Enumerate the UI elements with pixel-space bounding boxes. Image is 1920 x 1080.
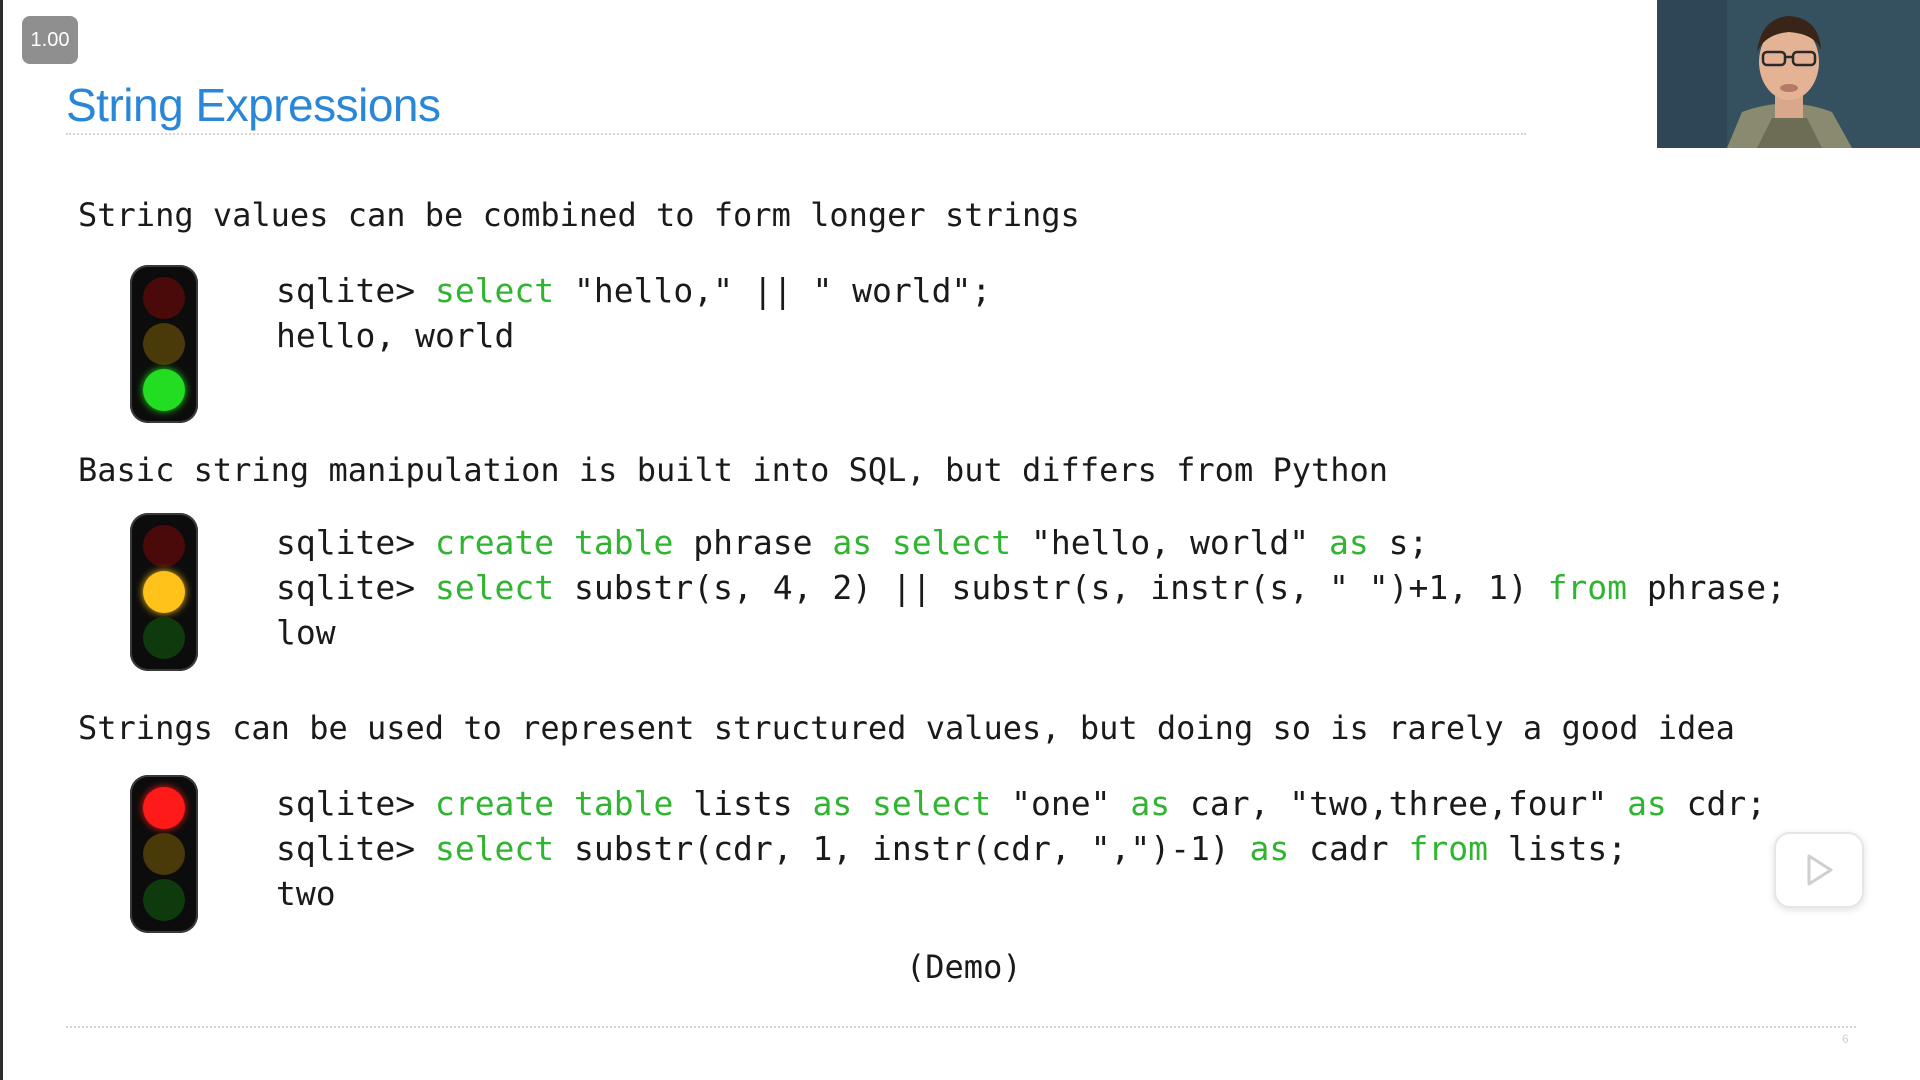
section-2-heading: Basic string manipulation is built into … [78,451,1389,489]
page-number: 6 [1842,1032,1849,1046]
sql-keyword: as select [832,523,1012,562]
code-text: sqlite> [276,523,435,562]
code-text: lists [673,784,813,823]
sql-keyword: as [1329,523,1369,562]
red-lamp [143,525,185,567]
section-3-code: sqlite> create table lists as select "on… [276,781,1766,916]
playback-speed-badge[interactable]: 1.00 [22,16,78,64]
code-text: phrase [673,523,833,562]
yellow-lamp [143,571,185,613]
yellow-lamp [143,833,185,875]
code-line: sqlite> select "hello," || " world"; [276,268,991,313]
code-line: two [276,871,1766,916]
code-line: sqlite> select substr(cdr, 1, instr(cdr,… [276,826,1766,871]
sql-keyword: create table [434,784,674,823]
code-line: sqlite> create table lists as select "on… [276,781,1766,826]
webcam-video [1657,0,1920,148]
presenter-image [1657,0,1920,148]
sql-keyword: create table [434,523,674,562]
section-2-code: sqlite> create table phrase as select "h… [276,520,1786,655]
code-text: two [276,874,336,913]
code-text: sqlite> [276,829,435,868]
code-text: "hello," || " world"; [554,271,992,310]
code-text: sqlite> [276,568,435,607]
green-lamp [143,879,185,921]
window-edge [0,0,3,1080]
green-lamp [143,617,185,659]
section-3-heading: Strings can be used to represent structu… [78,709,1735,747]
red-lamp [143,277,185,319]
traffic-light-icon [130,513,198,671]
sql-keyword: from [1408,829,1488,868]
footer-divider [66,1026,1856,1028]
code-line: sqlite> create table phrase as select "h… [276,520,1786,565]
code-line: sqlite> select substr(s, 4, 2) || substr… [276,565,1786,610]
code-text: "one" [991,784,1131,823]
red-lamp [143,787,185,829]
traffic-light-icon [130,775,198,933]
sql-keyword: from [1547,568,1628,607]
code-text: substr(cdr, 1, instr(cdr, ",")-1) [554,829,1250,868]
code-text: "hello, world" [1011,523,1330,562]
code-text: substr(s, 4, 2) || substr(s, instr(s, " … [554,568,1548,607]
code-text: sqlite> [276,784,435,823]
sql-keyword: select [434,568,555,607]
sql-keyword: as select [812,784,992,823]
demo-label: (Demo) [906,948,1022,986]
section-1-heading: String values can be combined to form lo… [78,196,1080,234]
code-text: lists; [1488,829,1628,868]
title-divider [66,133,1526,135]
yellow-lamp [143,323,185,365]
traffic-light-icon [130,265,198,423]
code-text: sqlite> [276,271,435,310]
code-text: car, "two,three,four" [1170,784,1628,823]
code-text: cadr [1289,829,1409,868]
code-text: s; [1368,523,1429,562]
code-line: low [276,610,1786,655]
play-button[interactable] [1774,832,1864,908]
sql-keyword: as [1130,784,1171,823]
code-text: low [276,613,336,652]
code-line: hello, world [276,313,991,358]
sql-keyword: select [434,829,555,868]
sql-keyword: as [1249,829,1290,868]
code-text: hello, world [276,316,515,355]
code-text: phrase; [1627,568,1786,607]
code-text: cdr; [1666,784,1767,823]
section-1-code: sqlite> select "hello," || " world"; hell… [276,268,991,358]
play-icon [1807,854,1833,886]
green-lamp [143,369,185,411]
sql-keyword: as [1627,784,1667,823]
sql-keyword: select [434,271,555,310]
slide-title: String Expressions [66,79,441,131]
